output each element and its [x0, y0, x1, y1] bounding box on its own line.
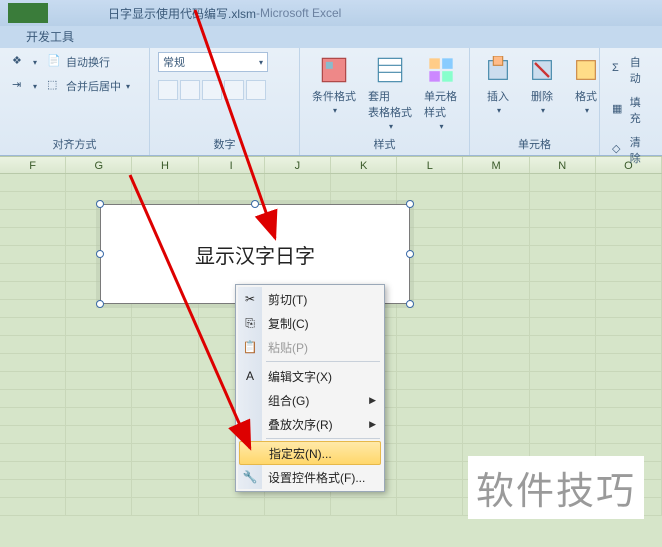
menu-group[interactable]: 组合(G)▶ [238, 388, 382, 412]
resize-handle[interactable] [96, 250, 104, 258]
align-icon: ❖ [12, 54, 28, 70]
col-header[interactable]: H [132, 157, 198, 173]
delete-icon [526, 54, 558, 86]
indent-btn[interactable]: ⇥▾ [8, 76, 41, 96]
submenu-arrow-icon: ▶ [369, 419, 376, 430]
wrap-icon: 📄 [47, 54, 63, 70]
align-btn[interactable]: ❖▾ [8, 52, 41, 72]
col-header[interactable]: L [397, 157, 463, 173]
cell-styles-icon [425, 54, 457, 86]
copy-icon: ⎘ [242, 315, 258, 331]
context-menu: ✂ 剪切(T) ⎘ 复制(C) 📋 粘贴(P) A 编辑文字(X) 组合(G)▶… [235, 284, 385, 492]
menu-format-control[interactable]: 🔧 设置控件格式(F)... [238, 465, 382, 489]
app-name: Microsoft Excel [260, 6, 341, 20]
comma-btn[interactable] [202, 80, 222, 100]
menu-order[interactable]: 叠放次序(R)▶ [238, 412, 382, 436]
merge-icon: ⬚ [47, 78, 63, 94]
group-label: 对齐方式 [8, 133, 141, 155]
menu-edit-text[interactable]: A 编辑文字(X) [238, 364, 382, 388]
sigma-icon: Σ [612, 62, 627, 78]
cell-styles-btn[interactable]: 单元格 样式▾ [420, 52, 461, 133]
insert-btn[interactable]: 插入▾ [478, 52, 518, 117]
indent-icon: ⇥ [12, 78, 28, 94]
merge-center-btn[interactable]: ⬚合并后居中▾ [43, 76, 134, 96]
resize-handle[interactable] [406, 250, 414, 258]
watermark: 软件技巧 [468, 456, 644, 519]
table-format-icon [374, 54, 406, 86]
button-shape-text: 显示汉字日字 [195, 240, 315, 269]
submenu-arrow-icon: ▶ [369, 395, 376, 406]
number-format-select[interactable]: 常规▾ [158, 52, 268, 72]
menu-copy[interactable]: ⎘ 复制(C) [238, 311, 382, 335]
col-header[interactable]: G [66, 157, 132, 173]
col-header[interactable]: N [530, 157, 596, 173]
col-header[interactable]: J [265, 157, 331, 173]
conditional-format-btn[interactable]: 条件格式▾ [308, 52, 360, 117]
group-styles: 条件格式▾ 套用 表格格式▾ 单元格 样式▾ 样式 [300, 48, 470, 155]
resize-handle[interactable] [251, 200, 259, 208]
group-cells: 插入▾ 删除▾ 格式▾ 单元格 [470, 48, 600, 155]
paste-icon: 📋 [242, 339, 258, 355]
excel-icon [8, 3, 48, 23]
document-filename: 日字显示使用代码编写.xlsm [108, 5, 256, 22]
delete-btn[interactable]: 删除▾ [522, 52, 562, 117]
col-header[interactable]: M [463, 157, 529, 173]
currency-btn[interactable] [158, 80, 178, 100]
ribbon-tabs: 开发工具 [0, 26, 662, 48]
increase-decimal-btn[interactable] [224, 80, 244, 100]
fill-btn[interactable]: ▦填充 [608, 92, 654, 128]
menu-cut[interactable]: ✂ 剪切(T) [238, 287, 382, 311]
col-header[interactable]: F [0, 157, 66, 173]
column-headers: F G H I J K L M N O [0, 156, 662, 174]
cond-format-icon [318, 54, 350, 86]
menu-paste: 📋 粘贴(P) [238, 335, 382, 359]
menu-separator [266, 438, 380, 439]
resize-handle[interactable] [406, 200, 414, 208]
group-alignment: ❖▾ 📄自动换行 ⇥▾ ⬚合并后居中▾ 对齐方式 [0, 48, 150, 155]
resize-handle[interactable] [96, 300, 104, 308]
group-label: 数字 [158, 133, 291, 155]
insert-icon [482, 54, 514, 86]
autosum-btn[interactable]: Σ自动 [608, 52, 654, 88]
group-label: 样式 [308, 133, 461, 155]
title-bar: 日字显示使用代码编写.xlsm - Microsoft Excel [0, 0, 662, 26]
group-label: 单元格 [478, 133, 591, 155]
menu-separator [266, 361, 380, 362]
resize-handle[interactable] [406, 300, 414, 308]
col-header[interactable]: K [331, 157, 397, 173]
format-control-icon: 🔧 [242, 469, 258, 485]
format-icon [570, 54, 602, 86]
cut-icon: ✂ [242, 291, 258, 307]
group-editing: Σ自动 ▦填充 ◇清除 [600, 48, 662, 155]
percent-btn[interactable] [180, 80, 200, 100]
fill-icon: ▦ [612, 102, 627, 118]
ribbon: ❖▾ 📄自动换行 ⇥▾ ⬚合并后居中▾ 对齐方式 常规▾ 数字 [0, 48, 662, 156]
wrap-text-btn[interactable]: 📄自动换行 [43, 52, 114, 72]
clear-icon: ◇ [612, 142, 627, 158]
edit-text-icon: A [242, 368, 258, 384]
menu-assign-macro[interactable]: 指定宏(N)... [239, 441, 381, 465]
group-number: 常规▾ 数字 [150, 48, 300, 155]
format-table-btn[interactable]: 套用 表格格式▾ [364, 52, 416, 133]
tab-developer[interactable]: 开发工具 [14, 25, 86, 48]
col-header[interactable]: I [199, 157, 265, 173]
resize-handle[interactable] [96, 200, 104, 208]
decrease-decimal-btn[interactable] [246, 80, 266, 100]
clear-btn[interactable]: ◇清除 [608, 132, 654, 168]
